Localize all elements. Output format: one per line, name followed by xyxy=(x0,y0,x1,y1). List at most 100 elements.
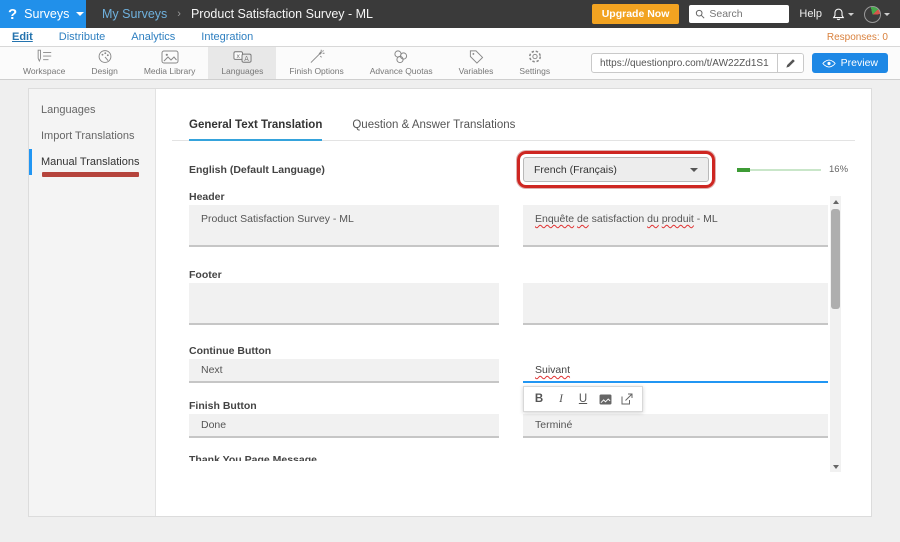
field-label: Continue Button xyxy=(189,345,828,358)
ribbon-label: Settings xyxy=(519,66,550,76)
ribbon-settings[interactable]: Settings xyxy=(506,47,563,79)
translated-footer-textarea[interactable] xyxy=(523,283,828,325)
tag-icon xyxy=(468,49,484,64)
sidebar-item-manual-translations[interactable]: Manual Translations xyxy=(29,149,155,175)
sidebar-item-languages[interactable]: Languages xyxy=(29,97,155,123)
arrow-down-icon xyxy=(833,465,839,469)
english-footer-textarea[interactable] xyxy=(189,283,499,325)
ribbon-finish-options[interactable]: Finish Options xyxy=(276,47,356,79)
upgrade-now-button[interactable]: Upgrade Now xyxy=(592,4,680,24)
image-icon xyxy=(599,394,612,405)
sidebar-item-label: Manual Translations xyxy=(41,156,139,168)
topbar-right-cluster: Upgrade Now Help xyxy=(592,0,900,28)
translated-continue-wrap: Suivant B I U xyxy=(523,359,828,383)
ribbon-workspace[interactable]: Workspace xyxy=(10,47,78,79)
insert-image-button[interactable] xyxy=(596,391,614,407)
vertical-scrollbar[interactable] xyxy=(830,196,841,472)
nav-distribute[interactable]: Distribute xyxy=(59,31,105,43)
search-input[interactable] xyxy=(709,8,779,20)
svg-text:A: A xyxy=(244,54,249,62)
tab-general-text-translation[interactable]: General Text Translation xyxy=(189,119,322,141)
breadcrumb: My Surveys › Product Satisfaction Survey… xyxy=(102,0,373,28)
progress-fill xyxy=(737,168,750,172)
target-language-select[interactable]: French (Français) xyxy=(523,157,709,182)
translate-icon: xA xyxy=(233,50,252,64)
field-row-finish-button: Finish Button Done Terminé xyxy=(189,400,828,438)
selected-language: French (Français) xyxy=(534,164,617,176)
breadcrumb-my-surveys[interactable]: My Surveys xyxy=(102,7,167,21)
nav-integration[interactable]: Integration xyxy=(201,31,253,43)
chevron-down-icon xyxy=(690,168,698,172)
field-label: Thank You Page Message xyxy=(189,454,828,461)
scrollbar-thumb[interactable] xyxy=(831,209,840,309)
translated-finish-input[interactable]: Terminé xyxy=(523,414,828,438)
arrow-up-icon xyxy=(833,200,839,204)
scroll-down-button[interactable] xyxy=(830,461,841,472)
help-link[interactable]: Help xyxy=(799,8,822,20)
sidebar-item-import-translations[interactable]: Import Translations xyxy=(29,123,155,149)
english-continue-input[interactable]: Next xyxy=(189,359,499,383)
survey-url-text[interactable]: https://questionpro.com/t/AW22Zd1S1 xyxy=(592,58,777,69)
chain-links-icon xyxy=(392,49,410,64)
tab-question-answer-translations[interactable]: Question & Answer Translations xyxy=(352,119,515,140)
global-search[interactable] xyxy=(689,5,789,23)
field-label: Footer xyxy=(189,269,828,282)
insert-link-button[interactable] xyxy=(618,391,636,407)
chevron-down-icon xyxy=(76,12,84,16)
preview-label: Preview xyxy=(841,57,878,69)
field-row-header: Header Product Satisfaction Survey - ML … xyxy=(189,191,828,247)
translated-continue-input[interactable]: Suivant xyxy=(523,359,828,383)
nav-analytics[interactable]: Analytics xyxy=(131,31,175,43)
responses-count[interactable]: Responses: 0 xyxy=(827,32,888,43)
scroll-up-button[interactable] xyxy=(830,196,841,207)
account-menu[interactable] xyxy=(864,6,890,23)
language-selection-row: English (Default Language) French (Franç… xyxy=(189,157,871,182)
english-header-textarea[interactable]: Product Satisfaction Survey - ML xyxy=(189,205,499,247)
survey-url-field: https://questionpro.com/t/AW22Zd1S1 xyxy=(591,53,804,73)
field-row-thank-you-message: Thank You Page Message xyxy=(189,454,828,461)
ribbon-advance-quotas[interactable]: Advance Quotas xyxy=(357,47,446,79)
avatar xyxy=(864,6,881,23)
eye-icon xyxy=(822,59,836,68)
product-switcher[interactable]: ? Surveys xyxy=(0,0,86,28)
translations-main: General Text Translation Question & Answ… xyxy=(156,89,871,516)
notifications-menu[interactable] xyxy=(832,8,854,21)
field-label: Header xyxy=(189,191,828,204)
chevron-down-icon xyxy=(884,13,890,16)
nav-edit[interactable]: Edit xyxy=(12,31,33,43)
breadcrumb-separator-icon: › xyxy=(177,8,181,20)
external-link-icon xyxy=(621,393,633,405)
translations-panel: Languages Import Translations Manual Tra… xyxy=(28,88,872,517)
underline-button[interactable]: U xyxy=(574,391,592,407)
ribbon-label: Languages xyxy=(221,66,263,76)
ribbon-media-library[interactable]: Media Library xyxy=(131,47,209,79)
ribbon-variables[interactable]: Variables xyxy=(446,47,507,79)
translated-header-textarea[interactable]: Enquête de satisfaction du produit - ML xyxy=(523,205,828,247)
ribbon-label: Variables xyxy=(459,66,494,76)
ribbon-design[interactable]: Design xyxy=(78,47,130,79)
palette-icon xyxy=(97,49,113,64)
translation-fields-scroll-area: Header Product Satisfaction Survey - ML … xyxy=(189,188,828,461)
ribbon-toolbar: Workspace Design Media Library xA Langua… xyxy=(0,47,900,80)
translation-tabs: General Text Translation Question & Answ… xyxy=(172,119,855,141)
field-row-footer: Footer xyxy=(189,269,828,325)
preview-button[interactable]: Preview xyxy=(812,53,888,73)
magic-wand-icon xyxy=(309,49,325,64)
italic-button[interactable]: I xyxy=(552,391,570,407)
progress-percent-label: 16% xyxy=(829,164,848,175)
edit-url-button[interactable] xyxy=(777,54,803,72)
ribbon-label: Media Library xyxy=(144,66,196,76)
bold-button[interactable]: B xyxy=(530,391,548,407)
ribbon-label: Workspace xyxy=(23,66,65,76)
progress-track xyxy=(737,169,821,171)
top-bar: ? Surveys My Surveys › Product Satisfact… xyxy=(0,0,900,28)
section-nav: Edit Distribute Analytics Integration Re… xyxy=(0,28,900,47)
english-finish-input[interactable]: Done xyxy=(189,414,499,438)
red-annotation-underline xyxy=(42,172,139,177)
ribbon-languages[interactable]: xA Languages xyxy=(208,47,276,79)
product-label: Surveys xyxy=(24,7,69,21)
app-window: ? Surveys My Surveys › Product Satisfact… xyxy=(0,0,900,542)
gear-icon xyxy=(527,49,543,64)
source-language-label: English (Default Language) xyxy=(189,164,523,176)
ribbon-label: Finish Options xyxy=(289,66,343,76)
